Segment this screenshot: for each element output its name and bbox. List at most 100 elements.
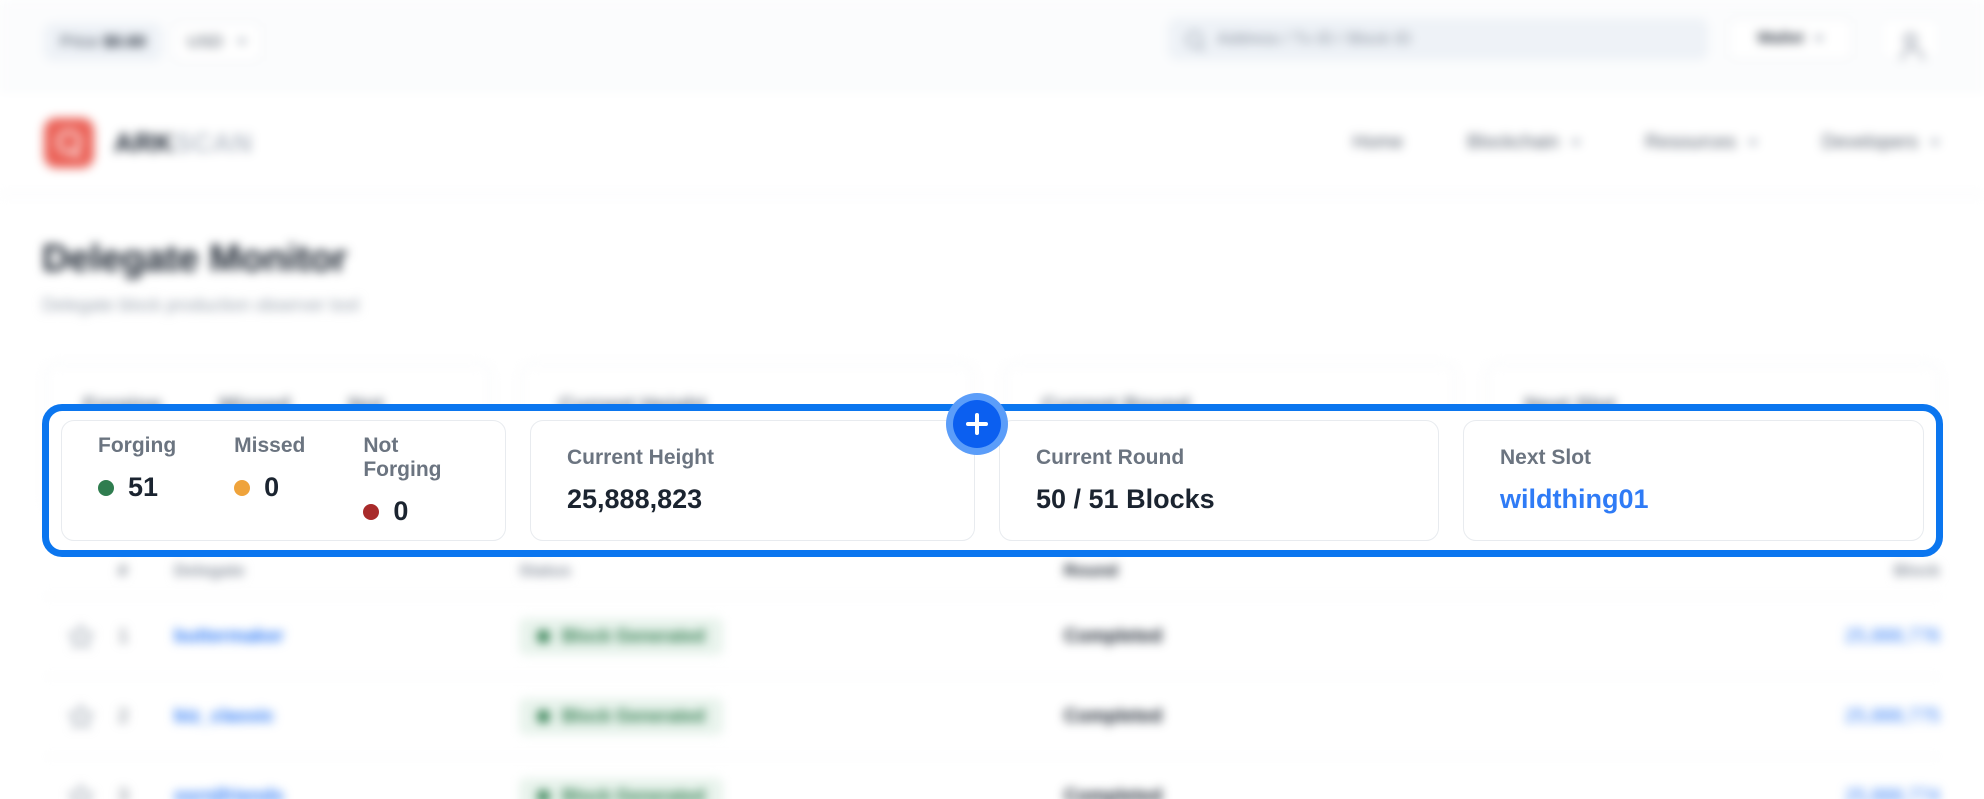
price-value: $0.60 [103,32,147,51]
search-icon [1186,30,1203,48]
missed-label: Missed [234,434,306,457]
current-height-value: 25,888,823 [567,484,703,514]
price-chip: Price $0.60 [44,23,163,61]
column-header-block: Block [1893,560,1940,580]
delegate-link[interactable]: buttermaker [174,626,284,647]
arkscan-logo-icon [44,118,94,168]
wallet-button[interactable]: Wallet [1728,18,1853,60]
row-status: Block Generated [519,698,1064,735]
status-dot-green [537,710,550,723]
brand-name-light: SCAN [174,127,253,158]
status-badge: Block Generated [519,778,724,799]
forging-stat: Forging 51 [98,434,176,527]
next-slot-card: Next Slot wildthing01 [1463,420,1924,541]
wallet-label: Wallet [1757,30,1804,47]
favorite-star-icon[interactable] [44,703,118,731]
status-badge-label: Block Generated [562,786,706,799]
profile-button[interactable] [1880,18,1940,60]
row-rank: 2 [118,705,129,727]
nav-item-label: Blockchain [1467,131,1560,153]
currency-value: USD [187,32,223,51]
status-badge: Block Generated [519,618,724,655]
chevron-down-icon [1747,139,1758,146]
delegate-table: # Delegate Status Round Block 1 butterma… [44,545,1940,799]
brand-logo[interactable]: ARKSCAN [44,118,253,168]
row-block[interactable]: 25,888,775 [1584,706,1940,728]
status-badge-label: Block Generated [562,706,706,726]
nav-links: Home Blockchain Resources Developers [1352,90,1940,195]
block-link[interactable]: 25,888,774 [1845,786,1940,799]
row-delegate-name[interactable]: buttermaker [174,626,519,648]
current-height-card: Current Height 25,888,823 [530,420,975,541]
status-dot-green [537,790,550,799]
nav-item-label: Home [1352,131,1404,153]
column-header-delegate: Delegate [174,560,245,580]
nav-item-resources[interactable]: Resources [1645,132,1758,154]
delegate-link[interactable]: biz_classic [174,706,274,727]
table-row[interactable]: 1 buttermaker Block Generated Completed … [44,597,1940,677]
column-header-round: Round [1064,560,1118,580]
chevron-down-icon [236,39,247,45]
chevron-down-icon [1813,36,1824,42]
price-label: Price [60,32,99,51]
status-dot-orange [234,479,251,496]
search-input[interactable]: Address / Tx ID / Block ID [1168,18,1708,60]
status-dot-green [98,479,114,496]
favorite-star-icon[interactable] [44,783,118,799]
row-status: Block Generated [519,618,1064,655]
column-header-status: Status [519,560,571,580]
brand-name: ARKSCAN [114,128,253,159]
next-slot-label: Next Slot [1500,446,1592,469]
current-round-label: Current Round [1036,446,1185,469]
plus-icon [953,400,1001,448]
row-delegate-name[interactable]: biz_classic [174,706,519,728]
missed-stat: Missed 0 [234,434,305,527]
forging-label: Forging [98,434,177,457]
favorite-star-icon[interactable] [44,623,118,651]
current-round-value: 50 / 51 Blocks [1036,484,1215,514]
column-header-rank: # [118,560,128,580]
status-dot-green [537,630,550,643]
row-round: Completed [1064,785,1163,799]
chevron-down-icon [1930,139,1940,146]
page-heading: Delegate Monitor Delegate block producti… [42,238,359,316]
forging-summary-card: Forging 51 Missed 0 No [61,420,506,541]
delegate-link[interactable]: osrn|friends [174,786,284,799]
not-forging-stat: Not Forging 0 [363,434,469,527]
table-row[interactable]: 2 biz_classic Block Generated Completed … [44,677,1940,757]
forging-count: 51 [128,472,159,502]
row-block[interactable]: 25,888,776 [1584,626,1940,648]
person-icon [1900,32,1924,60]
nav-item-developers[interactable]: Developers [1822,132,1940,154]
row-round: Completed [1064,625,1163,647]
missed-count: 0 [264,472,280,502]
next-slot-value[interactable]: wildthing01 [1500,484,1887,515]
page-title: Delegate Monitor [42,238,348,280]
row-rank: 1 [118,625,129,647]
current-round-card: Current Round 50 / 51 Blocks [999,420,1439,541]
block-link[interactable]: 25,888,775 [1845,706,1940,727]
currency-selector[interactable]: USD [172,22,262,62]
row-delegate-name[interactable]: osrn|friends [174,786,519,799]
block-link[interactable]: 25,888,776 [1845,626,1940,647]
row-round: Completed [1064,705,1163,727]
main-navigation-bar: ARKSCAN Home Blockchain Resources Develo… [0,90,1984,195]
chevron-down-icon [1571,139,1582,146]
status-badge-label: Block Generated [562,626,706,646]
add-button[interactable] [946,393,1008,455]
nav-item-label: Resources [1645,131,1736,153]
row-rank: 3 [118,785,129,799]
row-block[interactable]: 25,888,774 [1584,786,1940,799]
status-dot-red [363,503,380,520]
not-forging-label: Not Forging [363,434,442,481]
nav-item-home[interactable]: Home [1352,132,1403,154]
brand-name-bold: ARK [114,127,174,158]
top-utility-bar: Price $0.60 USD Address / Tx ID / Block … [0,0,1984,90]
row-status: Block Generated [519,778,1064,799]
status-badge: Block Generated [519,698,724,735]
table-row[interactable]: 3 osrn|friends Block Generated Completed… [44,757,1940,799]
delegate-monitor-page: Price $0.60 USD Address / Tx ID / Block … [0,0,1984,799]
current-height-label: Current Height [567,446,714,469]
nav-item-blockchain[interactable]: Blockchain [1467,131,1582,154]
nav-item-label: Developers [1821,131,1918,153]
